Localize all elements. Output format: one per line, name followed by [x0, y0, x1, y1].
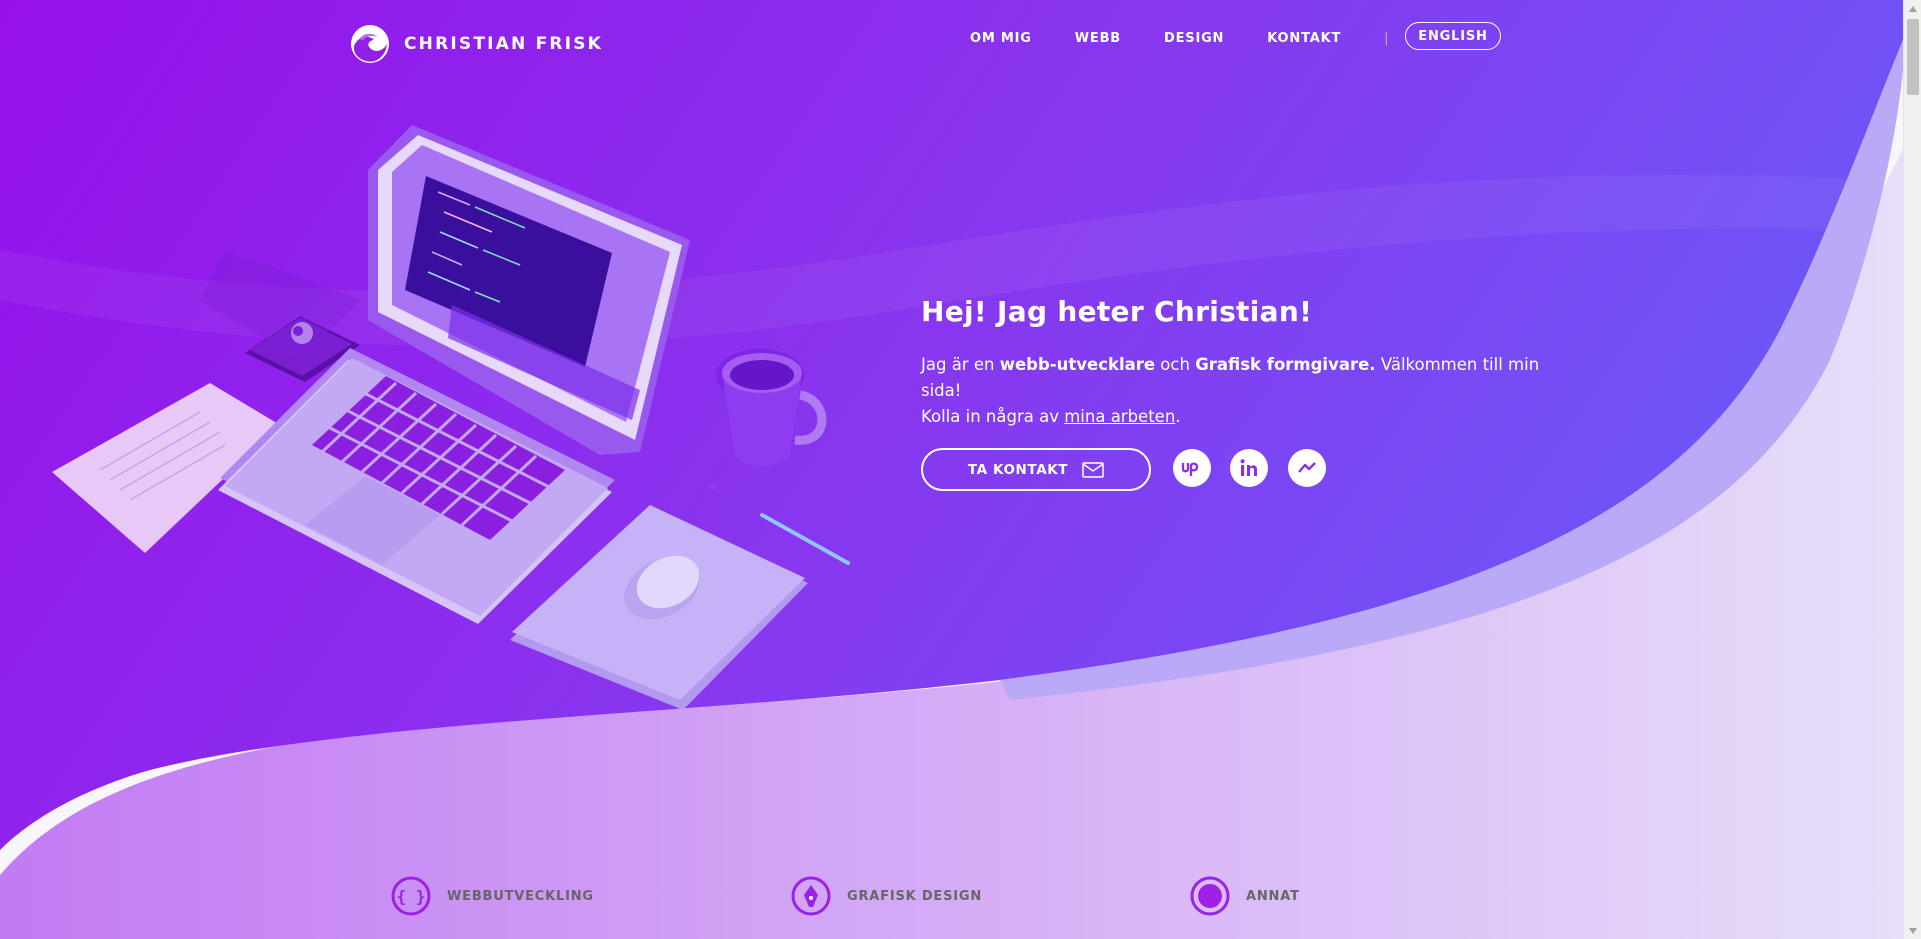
- pen-nib-icon: [791, 876, 831, 916]
- linkedin-icon: [1240, 459, 1257, 476]
- main-nav: OM MIG WEBB DESIGN KONTAKT |: [970, 26, 1423, 50]
- brand-name: CHRISTIAN FRISK: [404, 34, 604, 54]
- messenger-icon: [1298, 462, 1316, 473]
- intro-highlight-design: Grafisk formgivare.: [1195, 355, 1376, 374]
- arrow-down-icon: [1909, 927, 1917, 934]
- page-scrollbar[interactable]: [1903, 0, 1921, 939]
- page: CHRISTIAN FRISK OM MIG WEBB DESIGN KONTA…: [0, 0, 1903, 939]
- circle-icon: [1190, 876, 1230, 916]
- upwork-button[interactable]: [1173, 449, 1211, 487]
- service-annat[interactable]: ANNAT: [1190, 876, 1300, 916]
- service-label: ANNAT: [1246, 888, 1300, 904]
- nav-item-kontakt[interactable]: KONTAKT: [1267, 31, 1341, 46]
- nav-item-om-mig[interactable]: OM MIG: [970, 31, 1032, 46]
- svg-text:{ }: { }: [397, 887, 426, 906]
- contact-button[interactable]: TA KONTAKT: [921, 448, 1151, 491]
- service-grafisk-design[interactable]: GRAFISK DESIGN: [791, 876, 982, 916]
- messenger-button[interactable]: [1288, 449, 1326, 487]
- works-link[interactable]: mina arbeten: [1064, 407, 1175, 426]
- nav-separator: |: [1384, 30, 1389, 46]
- service-label: WEBBUTVECKLING: [447, 888, 594, 904]
- code-braces-icon: { }: [391, 876, 431, 916]
- nav-item-design[interactable]: DESIGN: [1164, 31, 1224, 46]
- intro-text: och: [1155, 355, 1196, 374]
- arrow-up-icon: [1909, 5, 1917, 12]
- language-button[interactable]: ENGLISH: [1405, 22, 1501, 50]
- nav-item-webb[interactable]: WEBB: [1075, 31, 1121, 46]
- brand-wave-icon: [351, 25, 389, 63]
- service-label: GRAFISK DESIGN: [847, 888, 983, 904]
- intro-text: .: [1175, 407, 1181, 426]
- scroll-up-button[interactable]: [1904, 0, 1921, 17]
- scroll-thumb[interactable]: [1907, 19, 1919, 95]
- intro-text: Jag är en: [921, 355, 1000, 374]
- hero-title: Hej! Jag heter Christian!: [921, 295, 1313, 328]
- envelope-icon: [1082, 461, 1104, 478]
- service-webbutveckling[interactable]: { } WEBBUTVECKLING: [391, 876, 594, 916]
- intro-text: Kolla in några av: [921, 407, 1065, 426]
- site-logo[interactable]: CHRISTIAN FRISK: [350, 24, 603, 64]
- linkedin-button[interactable]: [1230, 449, 1268, 487]
- upwork-icon: [1181, 462, 1199, 476]
- scroll-down-button[interactable]: [1904, 922, 1921, 939]
- intro-highlight-web: webb-utvecklare: [999, 355, 1156, 374]
- hero-intro: Jag är en webb-utvecklare och Grafisk fo…: [921, 352, 1561, 430]
- contact-button-label: TA KONTAKT: [967, 461, 1069, 478]
